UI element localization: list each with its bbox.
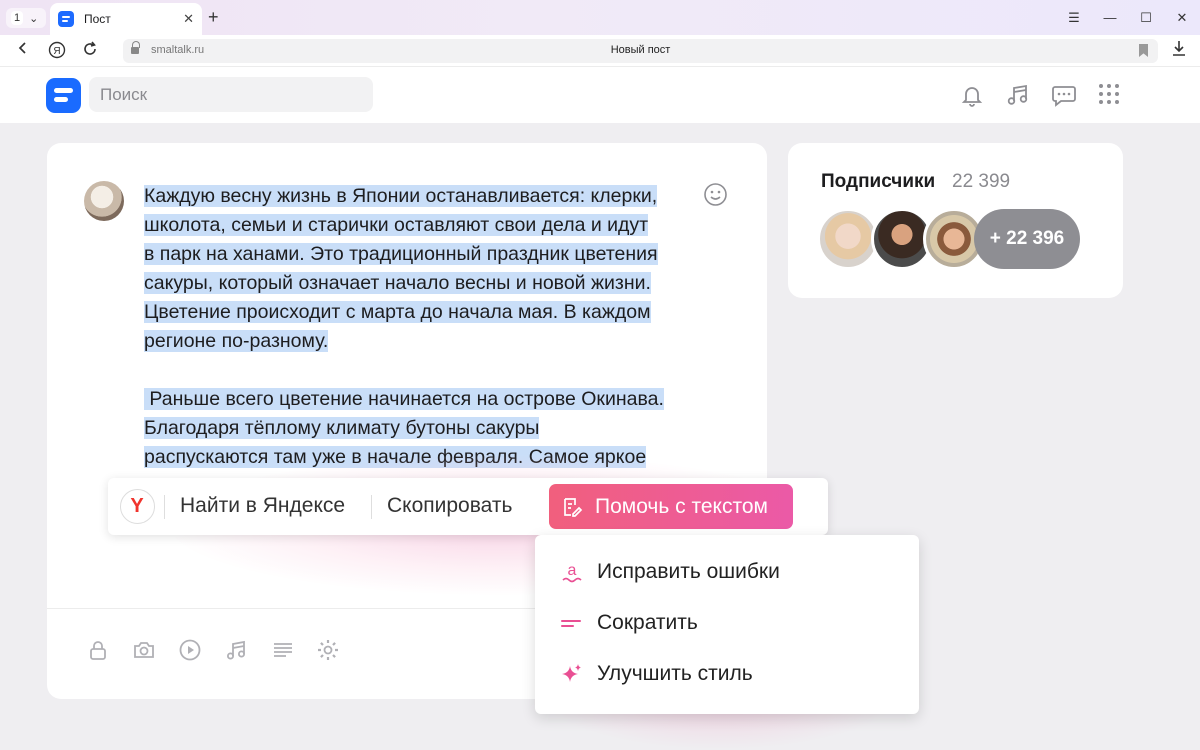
address-bar: Я smaltalk.ru Новый пост xyxy=(0,35,1200,67)
post-line: школота, семьи и старички оставляют свои… xyxy=(144,214,649,236)
edit-document-icon xyxy=(564,497,583,517)
messages-icon[interactable] xyxy=(1050,81,1078,109)
selection-context-toolbar: Найти в Яндексе Скопировать Помочь с тек… xyxy=(108,478,828,535)
post-line: Цветение происходит с марта до начала ма… xyxy=(144,301,651,323)
separator xyxy=(164,495,165,519)
yandex-home-icon[interactable]: Я xyxy=(48,41,66,63)
fix-errors-icon: а xyxy=(560,560,584,584)
settings-icon[interactable] xyxy=(316,638,340,662)
copy-button[interactable]: Скопировать xyxy=(387,494,512,518)
search-yandex-button[interactable]: Найти в Яндексе xyxy=(180,494,345,518)
chevron-down-icon: ⌄ xyxy=(29,12,39,25)
svg-text:Я: Я xyxy=(53,46,60,57)
page-title: Новый пост xyxy=(610,44,671,56)
help-with-text-label: Помочь с текстом xyxy=(595,494,768,518)
menu-item-fix-errors[interactable]: а Исправить ошибки xyxy=(535,547,919,597)
close-tab-icon[interactable]: ✕ xyxy=(183,11,194,27)
follower-avatar[interactable] xyxy=(817,208,879,270)
svg-text:а: а xyxy=(568,562,577,579)
post-line-blank xyxy=(144,356,704,385)
post-line: в парк на ханами. Это традиционный празд… xyxy=(144,243,658,265)
lock-icon[interactable] xyxy=(86,638,110,662)
emoji-icon[interactable] xyxy=(703,182,728,207)
menu-item-improve-style[interactable]: Улучшить стиль xyxy=(535,649,919,699)
post-line: регионе по-разному. xyxy=(144,330,329,352)
search-input[interactable] xyxy=(89,77,373,112)
post-text-editor[interactable]: Каждую весну жизнь в Японии останавливае… xyxy=(144,182,704,472)
music-icon[interactable] xyxy=(224,638,248,662)
text-format-icon[interactable] xyxy=(271,638,295,662)
camera-icon[interactable] xyxy=(132,638,156,662)
more-followers-badge[interactable]: + 22 396 xyxy=(974,209,1080,269)
browser-tab-active[interactable]: Пост ✕ xyxy=(50,3,202,35)
tab-count: 1 xyxy=(11,11,24,25)
tab-counter[interactable]: 1 ⌄ xyxy=(6,8,46,28)
music-icon[interactable] xyxy=(1003,81,1031,109)
separator xyxy=(371,495,372,519)
new-tab-icon[interactable]: + xyxy=(208,8,219,26)
help-with-text-button[interactable]: Помочь с текстом xyxy=(549,484,793,529)
back-icon[interactable] xyxy=(16,41,30,59)
followers-card: Подписчики 22 399 + 22 396 xyxy=(788,143,1123,298)
download-icon[interactable] xyxy=(1172,40,1186,60)
menu-item-label: Улучшить стиль xyxy=(597,662,753,685)
menu-item-shorten[interactable]: Сократить xyxy=(535,598,919,648)
reload-icon[interactable] xyxy=(82,41,98,61)
tab-title: Пост xyxy=(84,12,111,26)
site-logo-icon[interactable] xyxy=(46,78,81,113)
yandex-logo-icon[interactable] xyxy=(120,489,155,524)
shorten-icon xyxy=(560,611,584,635)
window-close-icon[interactable]: ✕ xyxy=(1164,10,1200,26)
menu-item-label: Сократить xyxy=(597,611,698,634)
url-field[interactable]: smaltalk.ru Новый пост xyxy=(123,39,1158,63)
sparkle-icon xyxy=(560,662,584,686)
site-favicon-icon xyxy=(58,11,74,27)
play-icon[interactable] xyxy=(178,638,202,662)
author-avatar xyxy=(84,181,124,221)
followers-count: 22 399 xyxy=(952,171,1011,192)
text-helper-menu: а Исправить ошибки Сократить Улучшить ст… xyxy=(535,535,919,714)
site-header xyxy=(0,67,1200,123)
post-line: сакуры, который означает начало весны и … xyxy=(144,272,651,294)
apps-grid-icon[interactable] xyxy=(1096,81,1124,109)
browser-tabbar: 1 ⌄ Пост ✕ + ☰ — ☐ ✕ xyxy=(0,0,1200,35)
window-controls: ☰ — ☐ ✕ xyxy=(1056,0,1200,35)
menu-item-label: Исправить ошибки xyxy=(597,560,780,583)
bell-icon[interactable] xyxy=(958,81,986,109)
post-line: Каждую весну жизнь в Японии останавливае… xyxy=(144,185,658,207)
post-line: Раньше всего цветение начинается на остр… xyxy=(144,388,664,410)
post-line: Благодаря тёплому климату бутоны сакуры xyxy=(144,417,540,439)
followers-title: Подписчики xyxy=(821,171,936,192)
minimize-icon[interactable]: — xyxy=(1092,10,1128,25)
maximize-icon[interactable]: ☐ xyxy=(1128,10,1164,26)
menu-icon[interactable]: ☰ xyxy=(1056,10,1092,26)
